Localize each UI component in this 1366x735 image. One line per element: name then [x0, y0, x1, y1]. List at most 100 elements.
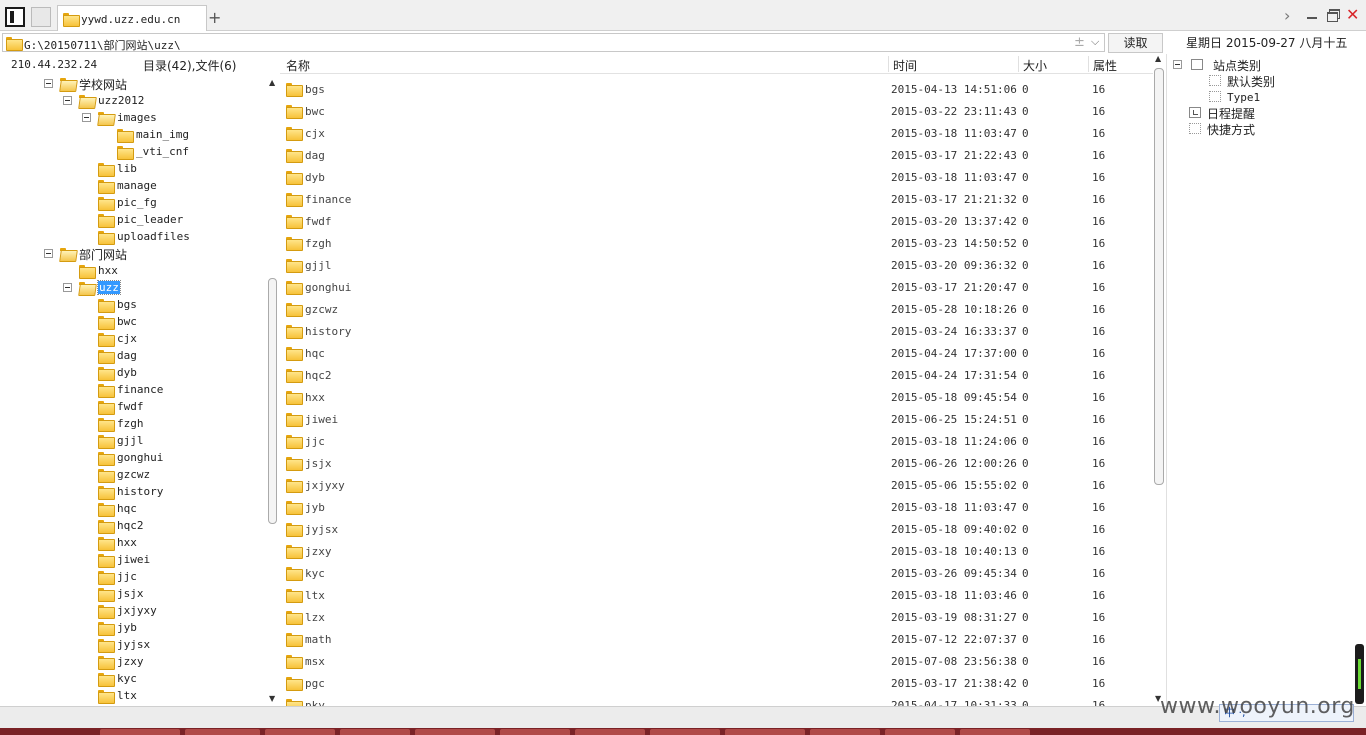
taskbar-button[interactable]	[100, 729, 180, 735]
table-row[interactable]: hqc 2015-04-24 17:37:00 0 16	[280, 342, 1153, 364]
shortcuts-node[interactable]: 快捷方式	[1189, 121, 1359, 137]
tree-node[interactable]: pic_leader	[0, 212, 265, 229]
tree-node[interactable]: bwc	[0, 314, 265, 331]
column-header-size[interactable]: 大小	[1023, 57, 1047, 74]
collapse-icon[interactable]	[63, 96, 72, 105]
scroll-up-icon[interactable]: ▲	[269, 78, 275, 87]
tree-node[interactable]: uploadfiles	[0, 229, 265, 246]
tree-node[interactable]: jxjyxy	[0, 603, 265, 620]
tree-node[interactable]: _vti_cnf	[0, 144, 265, 161]
table-row[interactable]: history 2015-03-24 16:33:37 0 16	[280, 320, 1153, 342]
default-category-node[interactable]: 默认类别	[1209, 73, 1359, 89]
table-row[interactable]: gjjl 2015-03-20 09:36:32 0 16	[280, 254, 1153, 276]
tree-node[interactable]: hqc2	[0, 518, 265, 535]
taskbar-button[interactable]	[415, 729, 495, 735]
table-row[interactable]: bwc 2015-03-22 23:11:43 0 16	[280, 100, 1153, 122]
table-row[interactable]: pky 2015-04-17 10:31:33 0 16	[280, 694, 1153, 706]
tree-node[interactable]: jyb	[0, 620, 265, 637]
table-row[interactable]: fwdf 2015-03-20 13:37:42 0 16	[280, 210, 1153, 232]
table-row[interactable]: jyjsx 2015-05-18 09:40:02 0 16	[280, 518, 1153, 540]
collapse-icon[interactable]	[44, 249, 53, 258]
taskbar-button[interactable]	[810, 729, 880, 735]
schedule-reminder-node[interactable]: 日程提醒	[1189, 105, 1359, 121]
column-divider[interactable]	[1088, 56, 1089, 72]
table-row[interactable]: kyc 2015-03-26 09:45:34 0 16	[280, 562, 1153, 584]
collapse-icon[interactable]	[1173, 60, 1182, 69]
tree-node[interactable]: fwdf	[0, 399, 265, 416]
tree-node[interactable]: kyc	[0, 671, 265, 688]
tree-node[interactable]: hxx	[0, 535, 265, 552]
table-row[interactable]: jzxy 2015-03-18 10:40:13 0 16	[280, 540, 1153, 562]
tree-node[interactable]: ltx	[0, 688, 265, 705]
path-input[interactable]: G:\20150711\部门网站\uzz\ ± ⌵	[2, 33, 1105, 52]
collapse-icon[interactable]	[63, 283, 72, 292]
taskbar-button[interactable]	[185, 729, 260, 735]
table-row[interactable]: fzgh 2015-03-23 14:50:52 0 16	[280, 232, 1153, 254]
table-row[interactable]: hqc2 2015-04-24 17:31:54 0 16	[280, 364, 1153, 386]
taskbar-button[interactable]	[885, 729, 955, 735]
list-scrollbar[interactable]: ▲ ▼	[1153, 54, 1165, 706]
tree-node[interactable]: jsjx	[0, 586, 265, 603]
taskbar-button[interactable]	[500, 729, 570, 735]
tree-node[interactable]: pic_fg	[0, 195, 265, 212]
table-row[interactable]: jiwei 2015-06-25 15:24:51 0 16	[280, 408, 1153, 430]
tree-node[interactable]: finance	[0, 382, 265, 399]
tree-node[interactable]: manage	[0, 178, 265, 195]
tree-node[interactable]: hxx	[0, 263, 265, 280]
tree-node[interactable]: uzz	[0, 280, 265, 297]
taskbar-button[interactable]	[650, 729, 720, 735]
table-row[interactable]: jxjyxy 2015-05-06 15:55:02 0 16	[280, 474, 1153, 496]
table-row[interactable]: cjx 2015-03-18 11:03:47 0 16	[280, 122, 1153, 144]
scroll-thumb[interactable]	[1154, 68, 1164, 485]
taskbar-button[interactable]	[575, 729, 645, 735]
taskbar-button[interactable]	[340, 729, 410, 735]
table-row[interactable]: dag 2015-03-17 21:22:43 0 16	[280, 144, 1153, 166]
table-row[interactable]: jsjx 2015-06-26 12:00:26 0 16	[280, 452, 1153, 474]
panel-toggle-icon[interactable]	[5, 7, 25, 27]
tree-node[interactable]: dyb	[0, 365, 265, 382]
bookmark-icon[interactable]: ±	[1074, 35, 1085, 50]
close-button[interactable]: ✕	[1346, 5, 1359, 24]
column-divider[interactable]	[1018, 56, 1019, 72]
tree-node[interactable]: main_img	[0, 127, 265, 144]
chevron-down-icon[interactable]: ⌵	[1091, 35, 1099, 49]
table-row[interactable]: finance 2015-03-17 21:21:32 0 16	[280, 188, 1153, 210]
table-row[interactable]: ltx 2015-03-18 11:03:46 0 16	[280, 584, 1153, 606]
tree-node[interactable]: fzgh	[0, 416, 265, 433]
tree-node[interactable]: uzz2012	[0, 93, 265, 110]
scroll-up-icon[interactable]: ▲	[1155, 54, 1161, 63]
table-row[interactable]: jyb 2015-03-18 11:03:47 0 16	[280, 496, 1153, 518]
tree-node[interactable]: images	[0, 110, 265, 127]
side-scrollbar[interactable]	[1355, 644, 1364, 704]
read-button[interactable]: 读取	[1108, 33, 1163, 53]
taskbar-button[interactable]	[265, 729, 335, 735]
type1-node[interactable]: Type1	[1209, 89, 1359, 105]
table-row[interactable]: dyb 2015-03-18 11:03:47 0 16	[280, 166, 1153, 188]
table-row[interactable]: lzx 2015-03-19 08:31:27 0 16	[280, 606, 1153, 628]
collapse-icon[interactable]	[82, 113, 91, 122]
table-row[interactable]: msx 2015-07-08 23:56:38 0 16	[280, 650, 1153, 672]
tree-node[interactable]: cjx	[0, 331, 265, 348]
tree-node[interactable]: jiwei	[0, 552, 265, 569]
add-tab-button[interactable]: +	[208, 8, 221, 27]
tree-node[interactable]: hqc	[0, 501, 265, 518]
column-header-time[interactable]: 时间	[893, 57, 917, 74]
tree-node[interactable]: gonghui	[0, 450, 265, 467]
column-header-name[interactable]: 名称	[286, 57, 310, 74]
table-row[interactable]: hxx 2015-05-18 09:45:54 0 16	[280, 386, 1153, 408]
minimize-button[interactable]	[1305, 8, 1319, 20]
tree-node[interactable]: gzcwz	[0, 467, 265, 484]
table-row[interactable]: pgc 2015-03-17 21:38:42 0 16	[280, 672, 1153, 694]
taskbar-button[interactable]	[960, 729, 1030, 735]
table-row[interactable]: math 2015-07-12 22:07:37 0 16	[280, 628, 1153, 650]
tree-node[interactable]: bgs	[0, 297, 265, 314]
collapse-icon[interactable]	[44, 79, 53, 88]
tree-node[interactable]: gjjl	[0, 433, 265, 450]
chevron-right-icon[interactable]: ›	[1284, 6, 1290, 25]
tree-node[interactable]: jzxy	[0, 654, 265, 671]
table-row[interactable]: jjc 2015-03-18 11:24:06 0 16	[280, 430, 1153, 452]
site-categories-node[interactable]: 站点类别	[1173, 57, 1353, 73]
table-row[interactable]: gonghui 2015-03-17 21:20:47 0 16	[280, 276, 1153, 298]
tree-node[interactable]: dag	[0, 348, 265, 365]
column-header-attr[interactable]: 属性	[1093, 57, 1117, 74]
